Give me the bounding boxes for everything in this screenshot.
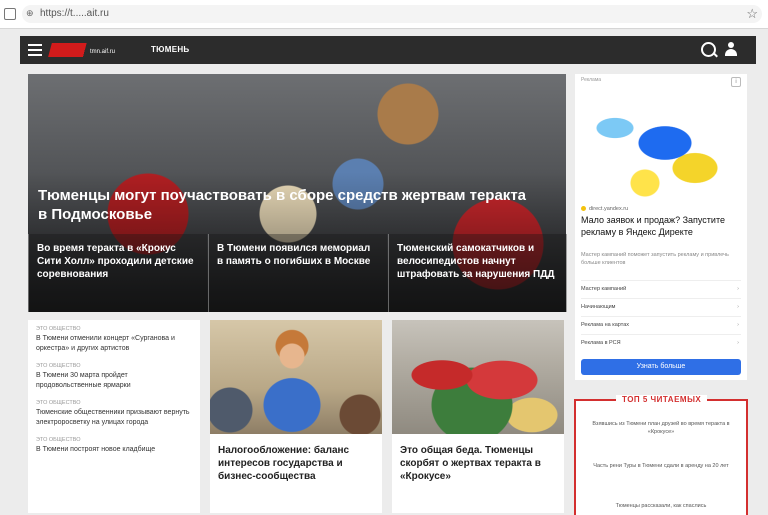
address-bar[interactable] bbox=[22, 5, 762, 23]
tab-icon[interactable] bbox=[4, 8, 16, 20]
news-headline[interactable]: Тюменские общественники призывают вернут… bbox=[36, 408, 192, 427]
article-image[interactable] bbox=[210, 320, 382, 434]
ad-domain[interactable]: direct.yandex.ru bbox=[581, 206, 628, 212]
article-image[interactable] bbox=[392, 320, 564, 434]
list-item[interactable]: ЭТО ОБЩЕСТВО В Тюмени построят новое кла… bbox=[28, 431, 200, 459]
article-card-taxation[interactable]: Налогообложение: баланс интересов госуда… bbox=[210, 320, 382, 513]
city-selector[interactable]: ТЮМЕНЬ bbox=[151, 45, 189, 54]
user-icon[interactable] bbox=[724, 41, 738, 57]
top-read-item[interactable]: Взявшись из Тюмени план друзей во время … bbox=[586, 421, 736, 436]
ad-link[interactable]: Реклама на картах bbox=[581, 316, 741, 334]
top-read-item[interactable]: Часть рени Туры в Тюмени сдали в аренду … bbox=[586, 463, 736, 471]
ad-link[interactable]: Реклама в РСЯ bbox=[581, 334, 741, 352]
hero-article[interactable]: Тюменцы могут поучаствовать в сборе сред… bbox=[28, 74, 567, 312]
news-list: ЭТО ОБЩЕСТВО В Тюмени отменили концерт «… bbox=[28, 320, 200, 513]
search-icon[interactable] bbox=[701, 42, 716, 57]
hero-subarticle-title: В Тюмени появился мемориал в память о по… bbox=[217, 243, 371, 267]
news-headline[interactable]: В Тюмени 30 марта пройдет продовольствен… bbox=[36, 371, 192, 390]
list-item[interactable]: ЭТО ОБЩЕСТВО Тюменские общественники при… bbox=[28, 394, 200, 431]
article-card-memorial[interactable]: Это общая беда. Тюменцы скорбят о жертва… bbox=[392, 320, 564, 513]
list-item[interactable]: ЭТО ОБЩЕСТВО В Тюмени отменили концерт «… bbox=[28, 320, 200, 357]
news-headline[interactable]: В Тюмени отменили концерт «Сурганова и о… bbox=[36, 334, 192, 353]
article-card-title[interactable]: Это общая беда. Тюменцы скорбят о жертва… bbox=[400, 444, 560, 483]
article-card-title[interactable]: Налогообложение: баланс интересов госуда… bbox=[218, 444, 378, 483]
list-item[interactable]: ЭТО ОБЩЕСТВО В Тюмени 30 марта пройдет п… bbox=[28, 357, 200, 394]
ad-link[interactable]: Начинающим bbox=[581, 298, 741, 316]
news-tag: ЭТО ОБЩЕСТВО bbox=[36, 326, 81, 332]
ad-cta-button[interactable]: Узнать больше bbox=[581, 359, 741, 375]
hero-title[interactable]: Тюменцы могут поучаствовать в сборе сред… bbox=[38, 186, 538, 224]
ad-close-icon[interactable]: i bbox=[731, 77, 741, 87]
browser-toolbar: ⊕ https://t.....ait.ru ☆ bbox=[0, 0, 768, 29]
bookmark-star-icon[interactable]: ☆ bbox=[746, 6, 758, 22]
news-tag: ЭТО ОБЩЕСТВО bbox=[36, 363, 81, 369]
top-read-item[interactable]: Тюменцы рассказали, как спаслись bbox=[586, 503, 736, 511]
ad-title[interactable]: Мало заявок и продаж? Запустите рекламу … bbox=[581, 215, 741, 238]
news-tag: ЭТО ОБЩЕСТВО bbox=[36, 400, 81, 406]
ad-label: Реклама bbox=[581, 77, 602, 83]
lock-icon: ⊕ bbox=[26, 8, 34, 18]
news-tag: ЭТО ОБЩЕСТВО bbox=[36, 437, 81, 443]
ad-link[interactable]: Мастер кампаний bbox=[581, 280, 741, 298]
ad-image[interactable] bbox=[575, 88, 747, 200]
site-header: tmn.aif.ru ТЮМЕНЬ bbox=[20, 36, 756, 64]
hero-subarticle-title: Тюменский самокатчиков и велосипедистов … bbox=[397, 243, 555, 280]
ad-banner[interactable]: Реклама i direct.yandex.ru Мало заявок и… bbox=[575, 74, 747, 380]
hero-subarticle-3[interactable]: Тюменский самокатчиков и велосипедистов … bbox=[388, 234, 567, 312]
logo-subtext: tmn.aif.ru bbox=[90, 49, 116, 55]
top-read-block: ТОП 5 ЧИТАЕМЫХ Взявшись из Тюмени план д… bbox=[574, 395, 748, 515]
hero-subarticle-title: Во время теракта в «Крокус Сити Холл» пр… bbox=[37, 243, 194, 280]
top-read-title: ТОП 5 ЧИТАЕМЫХ bbox=[616, 395, 708, 404]
hero-subarticle-1[interactable]: Во время теракта в «Крокус Сити Холл» пр… bbox=[28, 234, 207, 312]
hero-subarticle-2[interactable]: В Тюмени появился мемориал в память о по… bbox=[208, 234, 387, 312]
url-text[interactable]: https://t.....ait.ru bbox=[40, 8, 109, 19]
news-headline[interactable]: В Тюмени построят новое кладбище bbox=[36, 445, 192, 455]
menu-icon[interactable] bbox=[28, 44, 42, 56]
ad-description: Мастер кампаний поможет запустить реклам… bbox=[581, 252, 729, 266]
